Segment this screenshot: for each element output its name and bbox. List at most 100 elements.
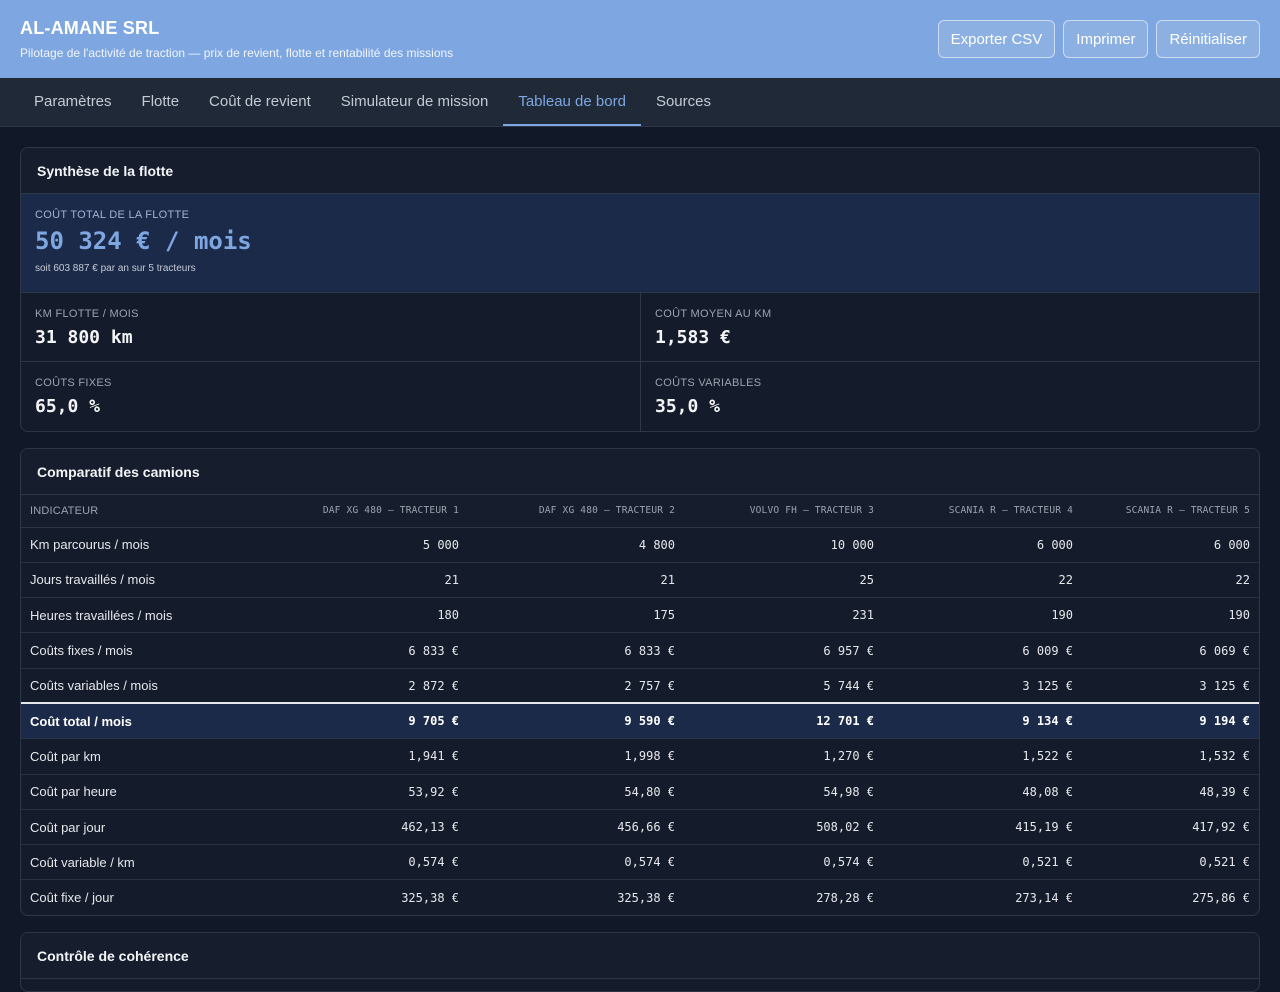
row-label: Coût fixe / jour xyxy=(30,890,114,906)
table-cell: 54,80 € xyxy=(468,774,684,810)
table-cell: 1,941 € xyxy=(251,738,468,775)
kpi-cout-moyen-km: Coût moyen au km 1,583 € xyxy=(641,293,1259,362)
kpi-value: 65,0 % xyxy=(35,396,101,417)
export-csv-button[interactable]: Exporter CSV xyxy=(937,20,1056,58)
table-cell: 1,270 € xyxy=(684,738,883,775)
table-cell: 21 xyxy=(468,562,684,599)
kpi-label: Coûts variables xyxy=(655,377,762,389)
table-row: Km parcourus / mois 5 000 4 800 10 000 6 000… xyxy=(21,527,1259,563)
table-row: Coût par km 1,941 €1,998 €1,270 €1,522 €1… xyxy=(21,738,1259,775)
tab-parametres[interactable]: Paramètres xyxy=(19,78,127,126)
tab-sources[interactable]: Sources xyxy=(641,78,726,126)
table-header-row: Indicateur DAF XG 480 — Tracteur 1 DAF X… xyxy=(21,495,1259,528)
table-cell: 3 125 € xyxy=(1082,668,1259,704)
table-cell: 325,38 € xyxy=(617,890,675,905)
synthese-card: Synthèse de la flotte Coût total de la f… xyxy=(20,147,1260,432)
table-row: Coût par heure 53,92 €54,80 €54,98 €48,08… xyxy=(21,774,1259,810)
table-cell: 48,39 € xyxy=(1082,774,1259,810)
kpi-value: 35,0 % xyxy=(655,396,721,417)
table-cell: 54,98 € xyxy=(684,774,883,810)
row-label: Heures travaillées / mois xyxy=(21,597,251,634)
tab-simulateur-mission[interactable]: Simulateur de mission xyxy=(326,78,504,126)
table-cell: 275,86 € xyxy=(1192,890,1250,905)
coherence-title: Contrôle de cohérence xyxy=(21,933,1259,979)
table-cell: 0,574 € xyxy=(468,844,684,881)
table-cell: 6 000 xyxy=(883,527,1082,563)
table-cell: 48,08 € xyxy=(883,774,1082,810)
table-cell: 53,92 € xyxy=(251,774,468,810)
table-cell: 415,19 € xyxy=(883,809,1082,846)
synthese-title: Synthèse de la flotte xyxy=(21,148,1259,194)
row-label: Km parcourus / mois xyxy=(21,527,251,563)
table-cell: 6 833 € xyxy=(468,632,684,669)
tab-tableau-de-bord[interactable]: Tableau de bord xyxy=(503,78,641,126)
table-row: Jours travaillés / mois 21 21 25 22 22 xyxy=(21,562,1259,599)
print-button[interactable]: Imprimer xyxy=(1063,20,1149,58)
table-cell: 5 744 € xyxy=(684,668,883,704)
kpi-total-label: Coût total de la flotte xyxy=(35,209,190,221)
table-cell: 1,532 € xyxy=(1082,738,1259,775)
kpi-value: 31 800 km xyxy=(35,327,133,348)
table-row: Coût variable / km 0,574 €0,574 €0,574 €0… xyxy=(21,844,1259,881)
comparatif-title: Comparatif des camions xyxy=(21,449,1259,495)
table-cell: 6 069 € xyxy=(1082,632,1259,669)
table-cell: 22 xyxy=(883,562,1082,599)
table-cell: 273,14 € xyxy=(1015,890,1073,905)
tab-cout-de-revient[interactable]: Coût de revient xyxy=(194,78,326,126)
table-cell: 508,02 € xyxy=(684,809,883,846)
comparatif-table: Indicateur DAF XG 480 — Tracteur 1 DAF X… xyxy=(21,495,1259,915)
table-cell: 9 705 € xyxy=(251,702,468,740)
table-cell: 0,521 € xyxy=(883,844,1082,881)
row-label: Coûts fixes / mois xyxy=(21,632,251,669)
table-cell: 190 xyxy=(1082,597,1259,634)
table-cell: 0,521 € xyxy=(1082,844,1259,881)
kpi-label: Coûts fixes xyxy=(35,377,112,389)
main-tabs: Paramètres Flotte Coût de revient Simula… xyxy=(0,78,1280,127)
table-body: Km parcourus / mois 5 000 4 800 10 000 6 000… xyxy=(21,527,1259,915)
table-cell: 456,66 € xyxy=(468,809,684,846)
kpi-total-cost: Coût total de la flotte 50 324 € / mois … xyxy=(21,194,1259,293)
tab-flotte[interactable]: Flotte xyxy=(127,78,195,126)
row-label: Coût par heure xyxy=(21,774,251,810)
kpi-couts-fixes: Coûts fixes 65,0 % xyxy=(21,362,641,431)
table-cell: 0,574 € xyxy=(684,844,883,881)
kpi-value: 1,583 € xyxy=(655,327,731,348)
table-cell: 278,28 € xyxy=(816,890,874,905)
table-cell: 22 xyxy=(1082,562,1259,599)
table-row: Coûts variables / mois 2 872 €2 757 €5 74… xyxy=(21,668,1259,704)
row-label: Jours travaillés / mois xyxy=(21,562,251,599)
coherence-card: Contrôle de cohérence xyxy=(20,932,1260,992)
table-cell: 231 xyxy=(684,597,883,634)
table-cell: 5 000 xyxy=(251,527,468,563)
table-cell: 10 000 xyxy=(684,527,883,563)
column-header: Indicateur xyxy=(21,495,251,528)
table-cell: 0,574 € xyxy=(251,844,468,881)
table-cell: 9 134 € xyxy=(883,702,1082,740)
table-row-total: Coût total / mois 9 705 €9 590 €12 701 €9… xyxy=(21,702,1259,740)
table-cell: 325,38 € xyxy=(401,890,459,905)
table-cell: 2 872 € xyxy=(251,668,468,704)
kpi-grid: Km flotte / mois 31 800 km Coût moyen au… xyxy=(21,293,1259,431)
table-cell: 1,522 € xyxy=(883,738,1082,775)
table-cell: 6 957 € xyxy=(684,632,883,669)
table-cell: 180 xyxy=(251,597,468,634)
column-header: DAF XG 480 — Tracteur 2 xyxy=(468,495,684,528)
kpi-km-flotte: Km flotte / mois 31 800 km xyxy=(21,293,641,362)
table-row: Heures travaillées / mois 180 175 231 190 190 xyxy=(21,597,1259,634)
column-header: Volvo FH — Tracteur 3 xyxy=(684,495,883,528)
table-cell: 6 833 € xyxy=(251,632,468,669)
table-cell: 3 125 € xyxy=(883,668,1082,704)
column-header: DAF XG 480 — Tracteur 1 xyxy=(251,495,468,528)
column-header: Scania R — Tracteur 5 xyxy=(1082,495,1259,528)
header-actions: Exporter CSV Imprimer Réinitialiser xyxy=(937,20,1260,58)
table-cell: 417,92 € xyxy=(1082,809,1259,846)
reset-button[interactable]: Réinitialiser xyxy=(1156,20,1260,58)
table-cell: 25 xyxy=(684,562,883,599)
comparatif-card: Comparatif des camions Indicateur DAF XG… xyxy=(20,448,1260,916)
row-label: Coût par jour xyxy=(21,809,251,846)
kpi-couts-variables: Coûts variables 35,0 % xyxy=(641,362,1259,431)
kpi-label: Coût moyen au km xyxy=(655,308,772,320)
table-cell: 175 xyxy=(468,597,684,634)
table-cell: 6 000 xyxy=(1082,527,1259,563)
table-row: Coût fixe / jour 325,38 € 325,38 € 278,28 €… xyxy=(21,880,1259,915)
